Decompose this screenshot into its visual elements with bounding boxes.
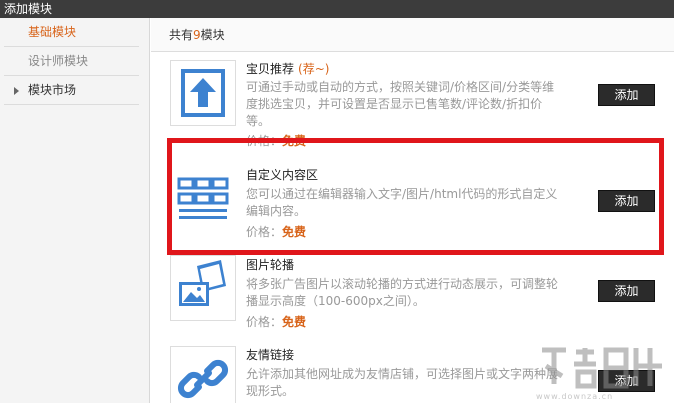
module-description: 允许添加其他网址成为友情店铺，可选择图片或文字两种展现形式。 [246, 367, 559, 398]
upload-arrow-icon [181, 69, 225, 117]
module-thumbnail [170, 346, 236, 403]
count-prefix: 共有 [169, 28, 194, 42]
module-description: 您可以通过在编辑器输入文字/图片/html代码的形式自定义编辑内容。 [246, 187, 558, 218]
sidebar-item-designer-modules[interactable]: 设计师模块 [4, 47, 139, 76]
module-thumbnail [170, 60, 236, 126]
module-thumbnail [170, 164, 236, 230]
module-price: 价格：免费 [246, 132, 306, 149]
count-suffix: 模块 [200, 28, 225, 42]
watermark-url: www.downza.cn [536, 392, 614, 401]
module-price: 价格：免费 [246, 313, 306, 330]
module-description: 将多张广告图片以滚动轮播的方式进行动态展示，可调整轮播显示高度（100-600p… [246, 277, 559, 308]
price-label: 价格： [246, 134, 283, 148]
sidebar-item-basic-modules[interactable]: 基础模块 [4, 18, 139, 47]
sidebar: 基础模块 设计师模块 模块市场 [0, 18, 150, 403]
module-title-text: 友情链接 [246, 348, 295, 362]
grid-layout-icon [177, 177, 229, 219]
module-description: 可通过手动或自动的方式，按照关键词/价格区间/分类等维度挑选宝贝，并可设置是否显… [246, 80, 555, 128]
add-button[interactable]: 添加 [598, 190, 655, 212]
module-title: 友情链接 [246, 346, 294, 363]
module-title-text: 自定义内容区 [246, 168, 319, 182]
module-thumbnail [170, 255, 236, 321]
module-title: 图片轮播 [246, 256, 294, 273]
sidebar-item-module-market[interactable]: 模块市场 [4, 76, 139, 105]
window-title: 添加模块 [0, 0, 674, 18]
chain-link-icon [177, 359, 229, 399]
recommend-tag: (荐~) [298, 62, 330, 76]
watermark-logo-icon [542, 347, 662, 389]
module-count: 共有9模块 [151, 18, 674, 52]
expand-arrow-icon[interactable] [14, 87, 19, 95]
price-label: 价格： [246, 225, 283, 239]
count-number: 9 [193, 28, 201, 42]
module-price: 价格：免费 [246, 223, 306, 240]
module-title-text: 宝贝推荐 [246, 62, 295, 76]
add-button[interactable]: 添加 [598, 280, 655, 302]
site-watermark: www.downza.cn [536, 342, 674, 403]
module-title: 宝贝推荐 (荐~) [246, 60, 329, 77]
sidebar-item-label: 设计师模块 [28, 54, 89, 68]
price-value: 免费 [282, 134, 307, 148]
module-title: 自定义内容区 [246, 166, 318, 183]
module-title-text: 图片轮播 [246, 258, 295, 272]
sidebar-item-label: 基础模块 [28, 25, 77, 39]
price-value: 免费 [282, 315, 307, 329]
image-carousel-icon [179, 260, 226, 306]
sidebar-item-label: 模块市场 [28, 83, 77, 97]
price-label: 价格： [246, 315, 283, 329]
add-button[interactable]: 添加 [598, 84, 655, 106]
price-value: 免费 [282, 225, 307, 239]
